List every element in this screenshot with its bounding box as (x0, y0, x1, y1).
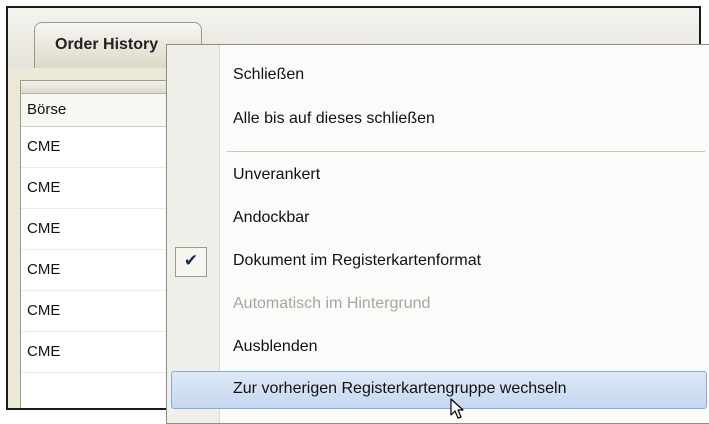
menu-item-label: Zur vorherigen Registerkartengruppe wech… (233, 380, 567, 397)
menu-item-move-to-previous-tab-group[interactable]: Zur vorherigen Registerkartengruppe wech… (171, 371, 707, 409)
menu-item-dockable[interactable]: Andockbar (167, 200, 709, 238)
menu-item-hide[interactable]: Ausblenden (167, 329, 709, 367)
table-row[interactable]: CME (21, 291, 181, 332)
table-row[interactable]: CME (21, 332, 181, 373)
menu-item-label: Dokument im Registerkartenformat (233, 252, 482, 269)
menu-item-label: Ausblenden (233, 338, 318, 355)
menu-item-label: Automatisch im Hintergrund (233, 295, 431, 312)
table-row[interactable]: CME (21, 250, 181, 291)
checkmark-box: ✔ (175, 247, 207, 277)
checkmark-icon: ✔ (183, 251, 199, 271)
menu-item-float[interactable]: Unverankert (167, 157, 709, 195)
mouse-pointer-icon (450, 398, 464, 419)
table-row[interactable]: CME (21, 168, 181, 209)
order-history-grid: Börse CME CME CME CME CME CME (20, 80, 181, 408)
table-row[interactable]: CME (21, 127, 181, 168)
grid-group-header (21, 81, 181, 94)
menu-item-label: Unverankert (233, 166, 321, 183)
tab-label: Order History (55, 36, 159, 53)
menu-item-label: Andockbar (233, 209, 310, 226)
table-row[interactable]: CME (21, 209, 181, 250)
menu-item-close[interactable]: Schließen (167, 57, 709, 95)
menu-separator (227, 151, 705, 152)
menu-item-label: Alle bis auf dieses schließen (233, 110, 435, 127)
column-header-exchange[interactable]: Börse (21, 94, 181, 127)
menu-item-auto-hide: Automatisch im Hintergrund (167, 286, 709, 324)
menu-item-close-all-but-this[interactable]: Alle bis auf dieses schließen (167, 101, 709, 139)
menu-item-label: Schließen (233, 66, 305, 83)
menu-item-tabbed-document[interactable]: ✔ Dokument im Registerkartenformat (167, 243, 709, 281)
tab-context-menu: Schließen Alle bis auf dieses schließen … (166, 44, 709, 424)
